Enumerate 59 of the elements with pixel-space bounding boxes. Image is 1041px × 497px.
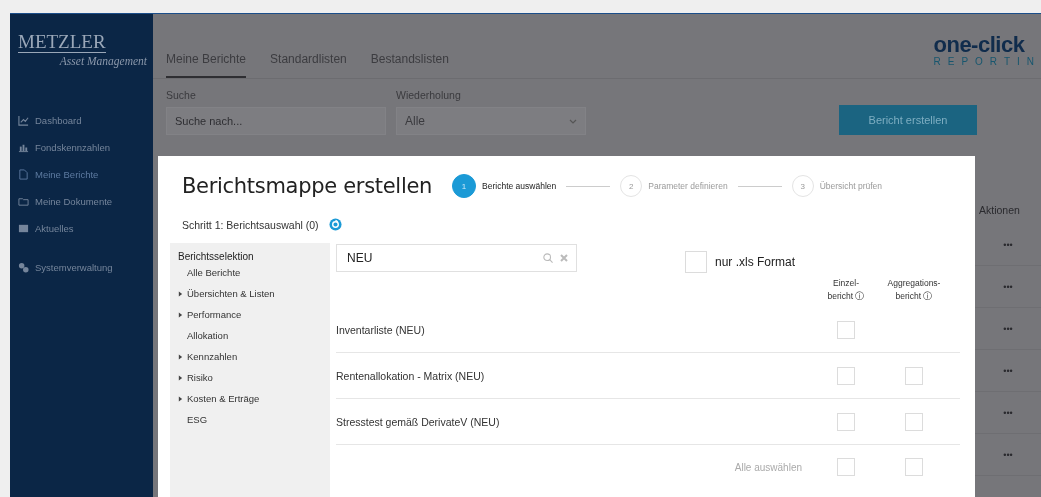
step-label: Übersicht prüfen [819, 181, 882, 191]
search-field[interactable]: Suche nach... [166, 107, 386, 135]
checkbox[interactable] [905, 366, 923, 385]
create-report-button[interactable]: Bericht erstellen [839, 105, 977, 135]
search-field[interactable]: NEU [336, 244, 577, 272]
tab[interactable]: Bestandslisten [370, 52, 449, 78]
checkbox[interactable] [905, 458, 923, 476]
field-label: Wiederholung [396, 89, 462, 101]
step-label: Parameter definieren [648, 181, 728, 191]
sidebar-item[interactable]: Aktuelles [10, 215, 153, 242]
gears-icon [18, 262, 29, 273]
column-header: Einzel- bericht ⓘ [826, 277, 866, 303]
refresh-icon[interactable] [328, 218, 342, 231]
step-label: Berichte auswählen [482, 181, 557, 191]
checkbox[interactable] [837, 366, 855, 385]
chart-line-icon [18, 115, 29, 126]
sidebar-item[interactable]: Dashboard [10, 107, 153, 134]
sidebar-item[interactable]: Meine Berichte [10, 161, 153, 188]
checkbox[interactable] [837, 412, 855, 431]
checkbox[interactable] [837, 458, 855, 476]
bar-chart-icon [18, 142, 29, 153]
category-item[interactable]: Übersichten & Listen [178, 283, 330, 304]
sidebar-item[interactable]: Fondskennzahlen [10, 134, 153, 161]
select-all-label: Alle auswählen [733, 461, 803, 473]
category-item[interactable]: ESG [178, 409, 330, 430]
checkbox[interactable] [685, 251, 707, 273]
category-item[interactable]: Performance [178, 304, 330, 325]
folder-icon [18, 196, 29, 207]
dialog-title: Berichtsmappe erstellen [182, 174, 433, 198]
tab[interactable]: Meine Berichte [166, 52, 247, 78]
panel-heading: Berichtsselektion [178, 251, 255, 262]
category-item[interactable]: Kennzahlen [178, 346, 330, 367]
repeat-dropdown[interactable]: Alle [396, 107, 586, 135]
report-name: Inventarliste (NEU) [336, 323, 426, 336]
checkbox[interactable] [905, 412, 923, 431]
document-icon [18, 169, 29, 180]
category-item[interactable]: Alle Berichte [178, 262, 330, 283]
category-item[interactable]: Kosten & Erträge [178, 388, 330, 409]
chevron-down-icon [569, 118, 577, 124]
sidebar-item[interactable]: Meine Dokumente [10, 188, 153, 215]
step-heading: Schritt 1: Berichtsauswahl (0) [182, 218, 319, 231]
column-header: Aktionen [978, 204, 1020, 216]
clear-icon[interactable] [559, 253, 569, 263]
step-number: 1 [452, 174, 477, 198]
brand-subtitle: Asset Management [58, 55, 147, 67]
sidebar-item[interactable]: Systemverwaltung [10, 254, 153, 281]
category-item[interactable]: Allokation [178, 325, 330, 346]
report-name: Stresstest gemäß DerivateV (NEU) [336, 415, 501, 428]
field-label: Suche [166, 89, 197, 101]
logo-name: one-click [933, 33, 1026, 56]
checkbox-label: nur .xls Format [715, 255, 795, 269]
search-icon [543, 253, 553, 263]
tab[interactable]: Standardlisten [270, 52, 347, 78]
report-name: Rentenallokation - Matrix (NEU) [336, 369, 486, 382]
brand-name: METZLER [18, 32, 106, 53]
column-header: Aggregations- bericht ⓘ [886, 277, 942, 303]
logo-tagline: REPORTIN [933, 55, 1041, 67]
category-item[interactable]: Risiko [178, 367, 330, 388]
checkbox[interactable] [837, 320, 855, 339]
